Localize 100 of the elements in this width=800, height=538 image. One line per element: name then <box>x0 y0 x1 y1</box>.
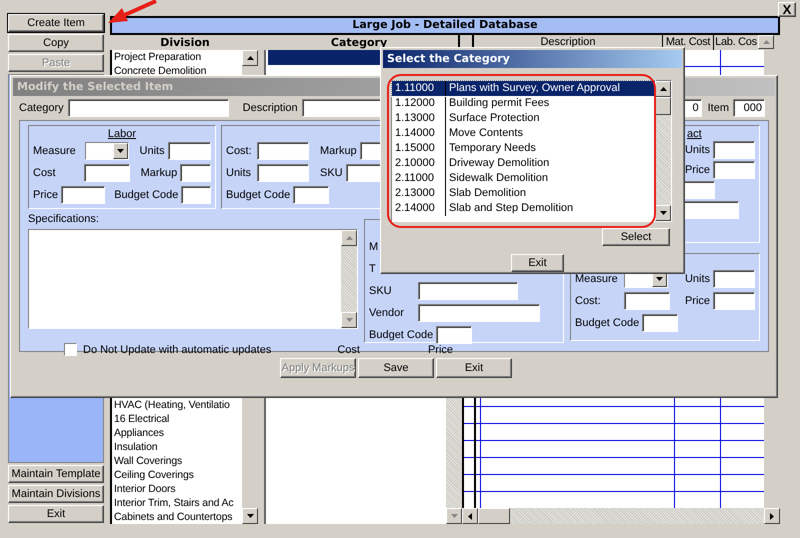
input-field[interactable] <box>642 314 678 332</box>
vertical-scrollbar[interactable] <box>341 230 357 328</box>
input-field[interactable] <box>181 186 211 204</box>
measure-dropdown[interactable] <box>85 142 129 160</box>
down-arrow-icon <box>660 211 666 215</box>
column-header: Lab. Cos <box>714 35 758 50</box>
field-label: Cost <box>33 167 57 179</box>
input-field[interactable] <box>257 164 309 182</box>
up-arrow-icon <box>346 236 352 240</box>
scroll-right-button[interactable] <box>764 508 780 524</box>
caret-icon <box>116 149 124 153</box>
field-label: Markup <box>140 167 178 179</box>
input-field[interactable] <box>713 270 755 288</box>
side-button[interactable]: Maintain Template <box>8 465 104 483</box>
select-button[interactable]: Select <box>602 228 670 246</box>
up-arrow-icon <box>660 87 666 91</box>
field-label: SKU <box>369 285 393 297</box>
field-label: Description <box>242 102 298 114</box>
column-label: Cost <box>337 344 360 356</box>
input-field[interactable] <box>418 282 518 300</box>
checkbox-label: Do Not Update with automatic updates <box>83 344 272 356</box>
database-title: Large Job - Detailed Database <box>110 16 780 35</box>
scroll-up-button[interactable] <box>242 50 258 66</box>
up-arrow-icon <box>246 56 254 60</box>
close-button[interactable]: X <box>778 2 796 17</box>
horizontal-scrollbar[interactable] <box>462 508 780 524</box>
input-field[interactable] <box>293 186 330 204</box>
field-label: Cost: <box>575 295 602 307</box>
scroll-down-button[interactable] <box>242 508 258 524</box>
column-label: Price <box>428 344 454 356</box>
field-label: Measure <box>575 273 619 285</box>
division-item[interactable]: Ceiling Coverings <box>112 468 242 482</box>
input-field[interactable] <box>84 164 130 182</box>
field-label: Budget Code <box>369 329 434 341</box>
field-label: Units <box>684 144 710 156</box>
field-label: Budget Code <box>575 317 640 329</box>
group-title: Labor <box>106 128 138 140</box>
input-field[interactable] <box>713 292 755 310</box>
up-arrow-icon <box>762 40 770 44</box>
division-item[interactable]: Cabinets and Countertops <box>112 510 242 524</box>
input-field[interactable] <box>61 186 106 204</box>
side-button[interactable]: Create Item <box>8 14 104 32</box>
input-field[interactable] <box>168 142 211 160</box>
division-item[interactable]: HVAC (Heating, Ventilatio <box>112 398 242 412</box>
field-label: T <box>369 263 376 275</box>
specifications-field[interactable] <box>28 229 358 329</box>
category-option[interactable]: 1.11000 Plans with Survey, Owner Approval <box>392 81 655 96</box>
field-label: Item <box>708 102 729 114</box>
division-item[interactable]: Project Preparation <box>112 50 242 64</box>
scroll-down-button[interactable] <box>655 205 671 221</box>
input-field[interactable] <box>713 141 755 159</box>
division-item[interactable]: Insulation <box>112 440 242 454</box>
division-item[interactable]: Concrete Demolition <box>112 64 242 78</box>
field-label: Units <box>140 145 165 157</box>
scroll-thumb[interactable] <box>655 97 671 115</box>
field-label: Budget Code <box>114 189 178 201</box>
field-label: Units <box>684 273 710 285</box>
division-item[interactable]: Interior Doors <box>112 482 242 496</box>
input-field[interactable] <box>68 99 229 117</box>
field-label: Price <box>33 189 58 201</box>
dialog-button[interactable]: Exit <box>436 358 512 378</box>
exit-button[interactable]: Exit <box>511 254 564 272</box>
input-field[interactable] <box>180 164 211 182</box>
scroll-down-button[interactable] <box>341 312 357 328</box>
checkbox[interactable] <box>64 343 77 356</box>
field-label: Category <box>19 102 64 114</box>
dialog-title: Select the Category <box>383 50 682 68</box>
vertical-scrollbar[interactable] <box>655 81 671 221</box>
column-header: Division <box>159 35 211 50</box>
division-item[interactable]: 16 Electrical <box>112 412 242 426</box>
division-item[interactable]: Appliances <box>112 426 242 440</box>
scroll-thumb[interactable] <box>478 508 510 524</box>
input-field[interactable] <box>257 142 309 160</box>
scroll-up-button[interactable] <box>341 230 357 246</box>
field-label: Cost: <box>226 145 253 157</box>
field-label: M <box>369 241 378 253</box>
dialog-button[interactable]: Save <box>358 358 434 378</box>
scroll-up-button[interactable] <box>758 35 774 49</box>
field-label: SKU <box>320 167 343 179</box>
input-field[interactable]: 000 <box>733 99 765 117</box>
column-header: Category <box>330 35 388 50</box>
field-label: Price <box>684 295 710 307</box>
scroll-up-button[interactable] <box>655 81 671 97</box>
side-button[interactable]: Exit <box>8 505 104 523</box>
field-label: Vendor <box>369 307 405 319</box>
side-button[interactable]: Copy <box>8 34 104 52</box>
division-item[interactable]: Interior Trim, Stairs and Ac <box>112 496 242 510</box>
division-item[interactable]: Wall Coverings <box>112 454 242 468</box>
field-label: Measure <box>33 145 77 157</box>
input-field[interactable] <box>713 161 755 179</box>
input-field[interactable] <box>624 292 670 310</box>
scroll-down-button[interactable] <box>446 508 462 524</box>
field-label: Price <box>684 164 710 176</box>
side-button[interactable]: Maintain Divisions <box>8 485 104 503</box>
input-field[interactable] <box>436 326 472 344</box>
field-label: Markup <box>320 145 357 157</box>
scroll-left-button[interactable] <box>462 508 478 524</box>
field-label: Units <box>226 167 252 179</box>
group-title: act <box>686 128 703 140</box>
input-field[interactable] <box>418 304 540 322</box>
